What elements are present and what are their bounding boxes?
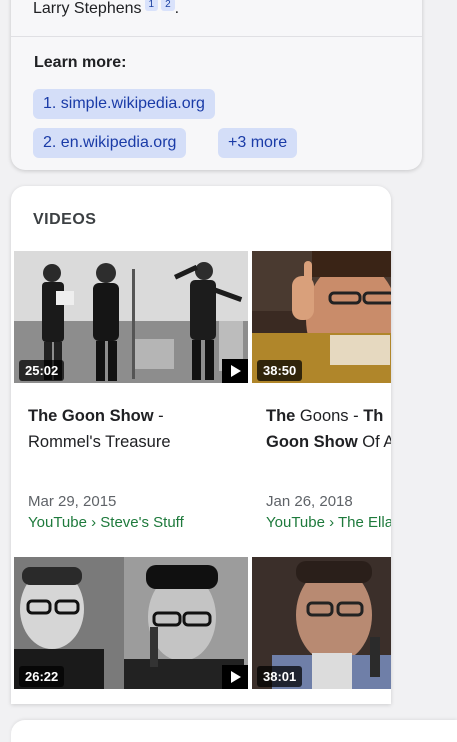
video-thumbnail[interactable]: 26:22 xyxy=(14,557,248,689)
videos-card: VIDEOS 25:02 The Goon Show - Rommel's Tr… xyxy=(11,186,391,704)
video-result-3[interactable]: 26:22 xyxy=(14,557,248,704)
video-date: Jan 26, 2018 xyxy=(266,493,353,510)
divider xyxy=(11,36,422,37)
video-title[interactable]: The Goon Show - Rommel's Treasure xyxy=(28,403,248,455)
next-card xyxy=(11,720,457,742)
citation-tail: . xyxy=(174,0,180,17)
video-date: Mar 29, 2015 xyxy=(28,493,117,510)
video-duration: 26:22 xyxy=(19,666,65,687)
source-chip-en-wikipedia[interactable]: 2. en.wikipedia.org xyxy=(33,128,187,158)
video-thumbnail[interactable]: 25:02 xyxy=(14,251,248,383)
citation-line: Larry Stephens 1 2. xyxy=(33,0,179,18)
source-chip-simple-wikipedia[interactable]: 1. simple.wikipedia.org xyxy=(33,89,215,119)
learn-more-title: Learn more: xyxy=(34,54,127,71)
play-icon[interactable] xyxy=(222,359,248,383)
citation-ref-1[interactable]: 1 xyxy=(144,0,159,11)
video-duration: 38:01 xyxy=(257,666,303,687)
video-duration: 25:02 xyxy=(19,360,65,381)
video-source[interactable]: YouTube › The Ella xyxy=(266,514,391,531)
video-thumbnail[interactable]: 38:01 xyxy=(252,557,391,689)
video-result-1[interactable]: 25:02 The Goon Show - Rommel's Treasure … xyxy=(14,251,248,551)
more-sources-chip[interactable]: +3 more xyxy=(218,128,298,158)
video-result-2[interactable]: 38:50 The Goons - Th Goon Show Of A Jan … xyxy=(252,251,391,551)
video-thumbnail[interactable]: 38:50 xyxy=(252,251,391,383)
video-title[interactable]: The Goons - Th Goon Show Of A xyxy=(266,403,391,455)
video-source[interactable]: YouTube › Steve's Stuff xyxy=(28,514,184,531)
learn-more-card: Larry Stephens 1 2. Learn more: 1. simple.… xyxy=(11,0,422,170)
videos-header: VIDEOS xyxy=(33,211,97,228)
citation-text: Larry Stephens xyxy=(33,0,142,17)
video-result-4[interactable]: 38:01 xyxy=(252,557,391,704)
video-duration: 38:50 xyxy=(257,360,303,381)
citation-ref-2[interactable]: 2 xyxy=(161,0,175,11)
play-icon[interactable] xyxy=(222,665,248,689)
